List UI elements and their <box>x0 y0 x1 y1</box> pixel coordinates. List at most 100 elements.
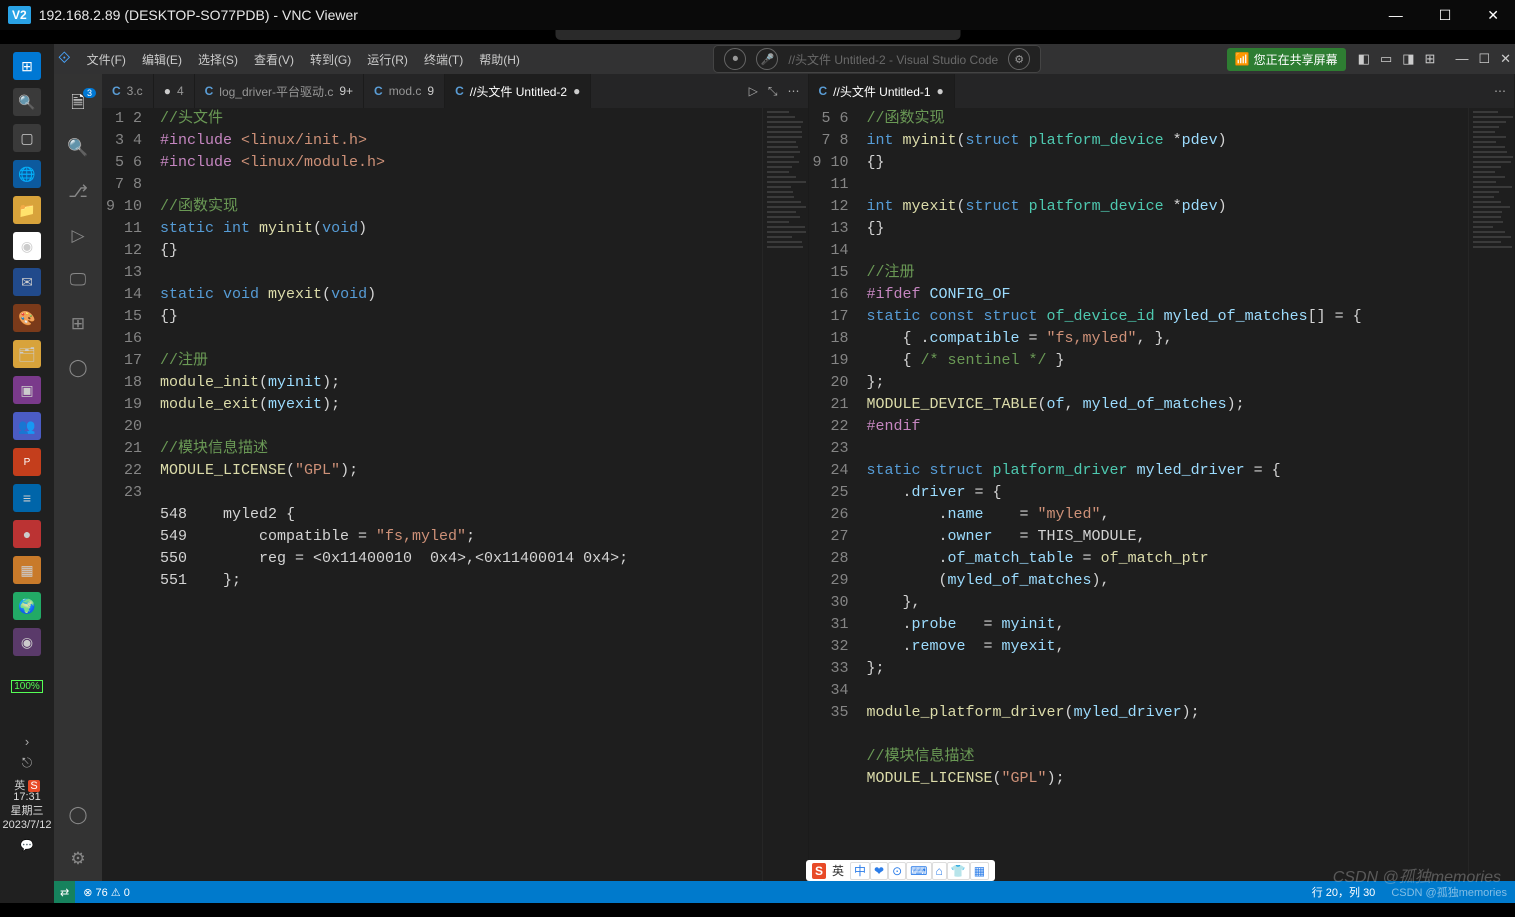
tab-badge: 9 <box>427 84 434 98</box>
vnc-logo-icon: V2 <box>8 6 31 24</box>
remote-explorer-icon[interactable]: 🖵 <box>64 266 92 294</box>
editor-group-left: C3.c●4Clog_driver-平台驱动.c9+Cmod.c9C//头文件 … <box>102 74 809 881</box>
menu-item[interactable]: 选择(S) <box>190 49 246 71</box>
menu-item[interactable]: 终端(T) <box>416 49 471 71</box>
problems-status[interactable]: ⊗ 76 ⚠ 0 <box>75 886 138 899</box>
command-center[interactable]: ⏺ 🎤 //头文件 Untitled-2 - Visual Studio Cod… <box>713 45 1041 73</box>
minimap-left[interactable] <box>762 108 808 881</box>
vnc-maximize-button[interactable]: ☐ <box>1431 3 1460 28</box>
tab-label: 4 <box>177 84 184 98</box>
tab-badge: ● <box>937 84 944 98</box>
tab-badge: 9+ <box>339 84 353 98</box>
menu-item[interactable]: 编辑(E) <box>134 49 190 71</box>
mic-icon[interactable]: 🎤 <box>756 48 778 70</box>
extensions-icon[interactable]: ⊞ <box>64 310 92 338</box>
editor-tab[interactable]: Cmod.c 9 <box>364 74 445 108</box>
tab-badge: ● <box>573 84 580 98</box>
file-type-icon: C <box>112 84 121 98</box>
vnc-minimize-button[interactable]: — <box>1381 3 1411 28</box>
code-editor-right[interactable]: 5 6 7 8 9 10 11 12 13 14 15 16 17 18 19 … <box>809 108 1515 881</box>
file-type-icon: C <box>205 84 214 98</box>
vscode-icon[interactable]: ≡ <box>13 484 41 512</box>
usb-icon[interactable]: ⎋ <box>22 755 32 771</box>
paint-icon[interactable]: 🎨 <box>13 304 41 332</box>
run-icon[interactable]: ▷ <box>749 84 758 99</box>
teams-icon[interactable]: 👥 <box>13 412 41 440</box>
settings-gear-icon[interactable]: ⚙ <box>64 845 92 873</box>
window-close-icon[interactable]: ✕ <box>1500 51 1511 67</box>
battery-status: 100% <box>11 680 43 693</box>
window-minimize-icon[interactable]: — <box>1455 51 1468 67</box>
menu-item[interactable]: 帮助(H) <box>471 49 528 71</box>
file-type-icon: C <box>819 84 828 98</box>
share-screen-badge[interactable]: 📶您正在共享屏幕 <box>1227 48 1346 71</box>
app4-icon[interactable]: ◉ <box>13 628 41 656</box>
layout-customize-icon[interactable]: ⊞ <box>1425 51 1436 67</box>
ime-button[interactable]: ⌂ <box>932 862 947 880</box>
expand-icon[interactable]: › <box>25 734 29 749</box>
account-icon[interactable]: ◯ <box>64 801 92 829</box>
ime-button[interactable]: ⊙ <box>888 862 906 880</box>
ime-button[interactable]: 👕 <box>947 862 970 880</box>
chrome-icon[interactable]: ◉ <box>13 232 41 260</box>
github-icon[interactable]: ◯ <box>64 354 92 382</box>
tab-label: //头文件 Untitled-1 <box>833 83 930 100</box>
window-maximize-icon[interactable]: ☐ <box>1478 51 1490 67</box>
more-icon[interactable]: ⋯ <box>1494 84 1506 98</box>
menu-item[interactable]: 运行(R) <box>359 49 416 71</box>
mail-icon[interactable]: ✉ <box>13 268 41 296</box>
ime-lang[interactable]: 英 <box>832 862 844 879</box>
file-type-icon: C <box>374 84 383 98</box>
gear-icon[interactable]: ⚙ <box>1008 48 1030 70</box>
folder-icon[interactable]: 🗂 <box>13 340 41 368</box>
menu-item[interactable]: 查看(V) <box>246 49 302 71</box>
file-type-icon: ● <box>164 84 171 98</box>
layout-sidebar-left-icon[interactable]: ◧ <box>1358 51 1370 67</box>
code-editor-left[interactable]: 1 2 3 4 5 6 7 8 9 10 11 12 13 14 15 16 1… <box>102 108 808 881</box>
vscode-window: ⟐ 文件(F)编辑(E)选择(S)查看(V)转到(G)运行(R)终端(T)帮助(… <box>54 44 1515 903</box>
remote-indicator[interactable]: ⇄ <box>54 881 75 903</box>
ime-button[interactable]: 中 <box>850 862 870 880</box>
file-type-icon: C <box>455 84 464 98</box>
ime-button[interactable]: ▦ <box>970 862 989 880</box>
layout-panel-icon[interactable]: ▭ <box>1380 51 1392 67</box>
bottom-border <box>0 903 1515 917</box>
start-button[interactable]: ⊞ <box>13 52 41 80</box>
explorer-icon[interactable]: 📁 <box>13 196 41 224</box>
editor-tab[interactable]: ●4 <box>154 74 195 108</box>
minimap-right[interactable] <box>1468 108 1514 881</box>
editor-tab[interactable]: Clog_driver-平台驱动.c 9+ <box>195 74 364 108</box>
menu-item[interactable]: 文件(F) <box>79 49 134 71</box>
editor-tab[interactable]: C//头文件 Untitled-2● <box>445 74 591 108</box>
globe-icon[interactable]: 🌍 <box>13 592 41 620</box>
tab-label: mod.c <box>389 84 422 98</box>
editor-tab[interactable]: C //头文件 Untitled-1 ● <box>809 74 955 108</box>
vnc-title-text: 192.168.2.89 (DESKTOP-SO77PDB) - VNC Vie… <box>39 7 358 23</box>
app2-icon[interactable]: ● <box>13 520 41 548</box>
ime-button[interactable]: ❤ <box>870 862 888 880</box>
task-view-icon[interactable]: ▢ <box>13 124 41 152</box>
vscode-logo-icon: ⟐ <box>58 50 71 68</box>
more-icon[interactable]: ⋯ <box>788 84 800 99</box>
app3-icon[interactable]: ▦ <box>13 556 41 584</box>
app-icon[interactable]: ▣ <box>13 376 41 404</box>
source-control-icon[interactable]: ⎇ <box>64 178 92 206</box>
layout-sidebar-right-icon[interactable]: ◨ <box>1402 51 1414 67</box>
tab-label: log_driver-平台驱动.c <box>219 83 333 100</box>
editor-tab[interactable]: C3.c <box>102 74 154 108</box>
run-debug-icon[interactable]: ▷ <box>64 222 92 250</box>
bars-icon: 📶 <box>1235 52 1250 66</box>
ppt-icon[interactable]: P <box>13 448 41 476</box>
system-clock[interactable]: 17:31 星期三 2023/7/12 💬 <box>3 790 52 853</box>
vnc-close-button[interactable]: ✕ <box>1479 3 1507 28</box>
search-activity-icon[interactable]: 🔍 <box>64 134 92 162</box>
explorer-icon[interactable]: 🗎3 <box>64 90 92 118</box>
edge-icon[interactable]: 🌐 <box>13 160 41 188</box>
ime-toolbar[interactable]: S 英 中❤⊙⌨⌂👕▦ <box>806 860 995 881</box>
split-icon[interactable]: ⤡ <box>768 84 778 99</box>
record-icon[interactable]: ⏺ <box>724 48 746 70</box>
ime-button[interactable]: ⌨ <box>906 862 931 880</box>
menu-item[interactable]: 转到(G) <box>302 49 359 71</box>
tabs-right: C //头文件 Untitled-1 ● ⋯ <box>809 74 1515 108</box>
search-icon[interactable]: 🔍 <box>13 88 41 116</box>
